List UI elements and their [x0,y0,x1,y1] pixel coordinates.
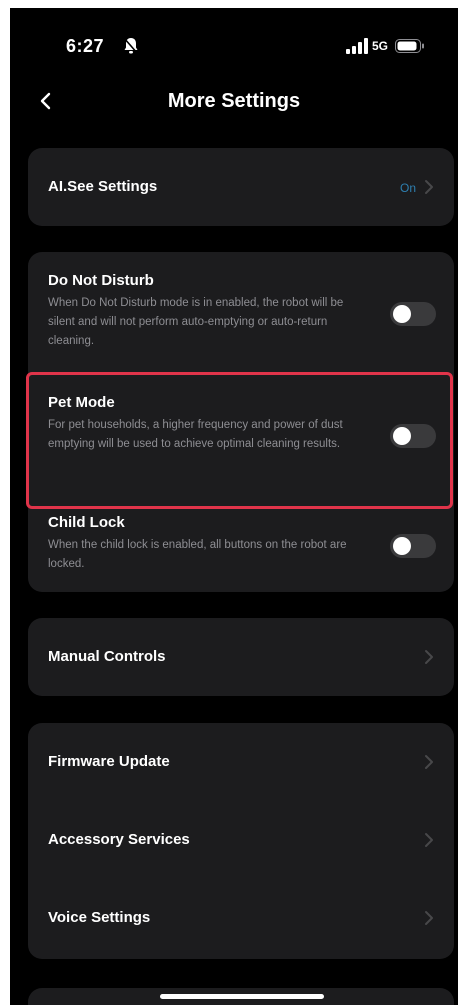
ai-see-value: On [399,181,416,195]
child-lock-row: Child Lock When the child lock is enable… [28,510,454,592]
voice-settings-label: Voice Settings [48,909,151,926]
pet-mode-title: Pet Mode [48,394,115,411]
pet-mode-row: Pet Mode For pet households, a higher fr… [28,374,454,486]
voice-settings-row[interactable]: Voice Settings [28,879,454,957]
toggle-knob [393,305,411,323]
chevron-right-icon [425,911,433,925]
ai-see-card: AI.See Settings On [28,148,454,226]
phone-screen: 6:27 5G More Settings AI.See Settings On [10,8,458,1005]
do-not-disturb-title: Do Not Disturb [48,272,154,289]
system-card: Firmware Update Accessory Services Voice… [28,723,454,959]
do-not-disturb-description: When Do Not Disturb mode is in enabled, … [48,297,344,347]
child-lock-description: When the child lock is enabled, all butt… [48,539,347,570]
chevron-right-icon [425,833,433,847]
manual-controls-label: Manual Controls [48,648,166,665]
battery-icon [395,39,424,53]
pet-mode-description: For pet households, a higher frequency a… [48,419,343,450]
manual-controls-card: Manual Controls [28,618,454,696]
chevron-right-icon [425,650,433,664]
accessory-services-row[interactable]: Accessory Services [28,801,454,879]
accessory-services-label: Accessory Services [48,831,190,848]
toggle-knob [393,427,411,445]
chevron-left-icon [40,92,51,110]
ai-see-label: AI.See Settings [48,178,158,195]
chevron-right-icon [425,755,433,769]
back-button[interactable] [30,86,60,116]
page-title: More Settings [167,90,301,112]
child-lock-toggle[interactable] [390,534,436,558]
toggles-card: Do Not Disturb When Do Not Disturb mode … [28,252,454,592]
chevron-right-icon [425,180,433,194]
firmware-update-row[interactable]: Firmware Update [28,723,454,801]
toggle-knob [393,537,411,555]
do-not-disturb-row: Do Not Disturb When Do Not Disturb mode … [28,252,454,364]
signal-icon [346,38,368,54]
do-not-disturb-toggle[interactable] [390,302,436,326]
home-indicator [160,994,324,999]
ai-see-row[interactable]: AI.See Settings On [28,148,454,226]
network-type: 5G [372,39,389,53]
firmware-update-label: Firmware Update [48,753,170,770]
status-bar: 6:27 5G [10,8,458,88]
bell-icon [123,37,139,55]
status-time: 6:27 [66,36,105,56]
manual-controls-row[interactable]: Manual Controls [28,618,454,696]
pet-mode-toggle[interactable] [390,424,436,448]
child-lock-title: Child Lock [48,514,125,531]
